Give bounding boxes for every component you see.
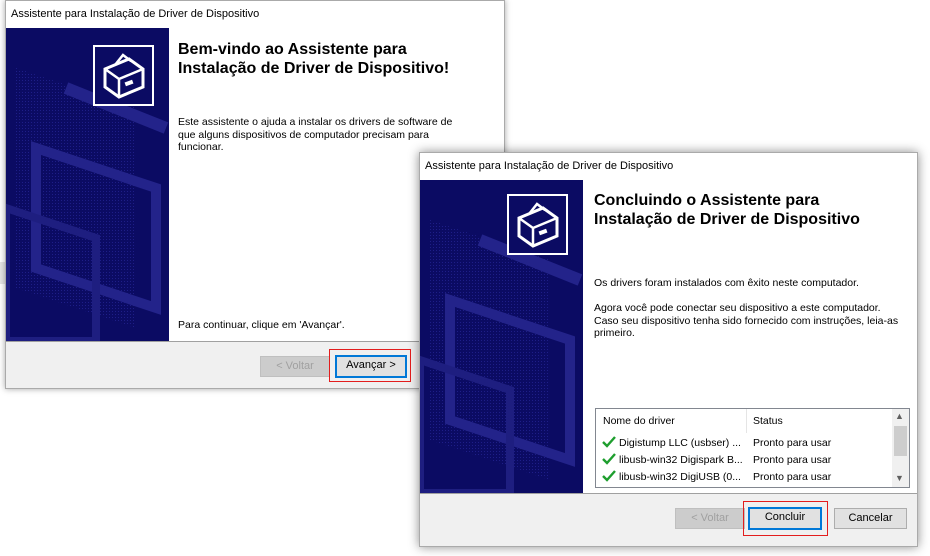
wizard-heading: Bem-vindo ao Assistente para Instalação … — [178, 41, 450, 77]
success-message: Os drivers foram instalados com êxito ne… — [594, 277, 859, 289]
checkmark-icon — [602, 470, 616, 485]
back-button[interactable]: < Voltar — [675, 508, 745, 529]
completion-wizard-window: Assistente para Instalação de Driver de … — [419, 152, 918, 547]
divider — [420, 493, 917, 494]
highlight-box — [743, 501, 828, 536]
continue-instruction: Para continuar, clique em 'Avançar'. — [178, 319, 345, 331]
column-header-status[interactable]: Status — [753, 415, 783, 427]
hardware-install-icon — [507, 194, 568, 255]
driver-name: Digistump LLC (usbser) ... — [619, 437, 741, 449]
list-item[interactable]: libusb-win32 Digispark B... Pronto para … — [596, 452, 892, 469]
checkmark-icon — [602, 453, 616, 468]
cancel-button[interactable]: Cancelar — [834, 508, 907, 529]
list-item[interactable]: libusb-win32 DigiUSB (0... Pronto para u… — [596, 469, 892, 486]
column-separator — [746, 409, 747, 433]
connect-instructions: Agora você pode conectar seu dispositivo… — [594, 302, 899, 339]
back-button[interactable]: < Voltar — [260, 356, 330, 377]
driver-status: Pronto para usar — [753, 437, 832, 449]
driver-list[interactable]: Nome do driver Status Digistump LLC (usb… — [595, 408, 910, 488]
list-header: Nome do driver Status — [596, 409, 892, 433]
column-header-driver-name[interactable]: Nome do driver — [603, 415, 675, 427]
intro-text: Este assistente o ajuda a instalar os dr… — [178, 116, 453, 153]
window-title: Assistente para Instalação de Driver de … — [420, 153, 917, 180]
wizard-heading: Concluindo o Assistente para Instalação … — [594, 192, 860, 228]
scroll-thumb[interactable] — [894, 426, 907, 456]
list-item[interactable]: Digistump LLC (usbser) ... Pronto para u… — [596, 435, 892, 452]
driver-name: libusb-win32 Digispark B... — [619, 454, 743, 466]
checkmark-icon — [602, 436, 616, 451]
window-title: Assistente para Instalação de Driver de … — [6, 1, 504, 28]
scroll-down-icon[interactable]: ▼ — [895, 473, 904, 483]
hardware-install-icon — [93, 45, 154, 106]
vertical-scrollbar[interactable]: ▲ ▼ — [892, 409, 909, 487]
driver-status: Pronto para usar — [753, 471, 832, 483]
highlight-box — [329, 349, 411, 382]
driver-name: libusb-win32 DigiUSB (0... — [619, 471, 741, 483]
scroll-up-icon[interactable]: ▲ — [895, 411, 904, 421]
driver-status: Pronto para usar — [753, 454, 832, 466]
